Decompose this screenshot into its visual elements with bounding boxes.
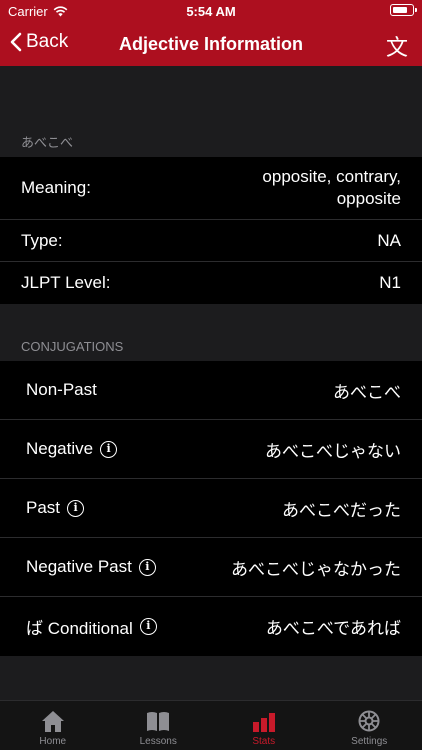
tab-label: Stats: [252, 736, 276, 747]
conjugation-value: あべこべであれば: [265, 619, 401, 638]
conjugation-row-non-past: Non-Past あべこべ: [0, 361, 422, 420]
status-time: 5:54 AM: [186, 4, 236, 19]
navigation-bar: Back Adjective Information 文: [0, 22, 422, 66]
conjugation-value: あべこべじゃない: [265, 441, 401, 461]
status-bar: Carrier 5:54 AM: [0, 0, 422, 22]
meaning-row: Meaning: opposite, contrary, opposite: [0, 157, 422, 220]
conjugation-label: Past: [26, 498, 61, 517]
tab-label: Settings: [351, 736, 388, 747]
conjugation-row-negative-past: Negative Past i あべこべじゃなかった: [0, 538, 422, 597]
conjugation-label-wrap: Non-Past: [26, 380, 97, 400]
conjugation-row-ba-conditional: ば Conditional i あべこべであれば: [0, 597, 422, 656]
type-row: Type: NA: [0, 220, 422, 262]
tab-stats[interactable]: Stats: [211, 701, 317, 750]
jlpt-label: JLPT Level:: [21, 273, 111, 292]
tab-label: Home: [39, 736, 67, 747]
type-value: NA: [377, 230, 401, 250]
conjugation-label: ば Conditional: [26, 619, 133, 638]
conjugation-value: あべこべじゃなかった: [231, 559, 401, 579]
info-icon[interactable]: i: [100, 440, 118, 458]
battery-icon: [390, 4, 417, 16]
jlpt-row: JLPT Level: N1: [0, 262, 422, 304]
conjugation-label-wrap: ば Conditional i: [26, 614, 157, 639]
tab-label: Lessons: [139, 736, 177, 747]
tab-bar: Home Lessons Stats Settings: [0, 700, 422, 750]
page-title: Adjective Information: [118, 34, 304, 54]
conjugation-label: Negative Past: [26, 557, 132, 576]
tab-home[interactable]: Home: [0, 701, 106, 750]
tab-lessons[interactable]: Lessons: [106, 701, 212, 750]
info-icon[interactable]: i: [67, 499, 85, 517]
jlpt-value: N1: [379, 273, 401, 292]
book-icon: [147, 712, 170, 731]
conjugation-row-past: Past i あべこべだった: [0, 479, 422, 538]
conjugation-row-negative: Negative i あべこべじゃない: [0, 420, 422, 479]
info-icon[interactable]: i: [138, 558, 156, 576]
top-bar: Carrier 5:54 AM Back Adjective Informati…: [0, 0, 422, 66]
conjugation-value: あべこべ: [333, 382, 401, 402]
spacer: [0, 304, 422, 333]
spacer: [0, 66, 422, 129]
conjugations-group: Non-Past あべこべ Negative i あべこべじゃない Past i…: [0, 361, 422, 656]
home-icon: [41, 711, 64, 732]
conjugation-label: Negative: [26, 439, 94, 458]
kanji-toggle-button[interactable]: 文: [386, 30, 408, 62]
word-header: あべこべ: [21, 135, 74, 150]
conjugation-label-wrap: Negative i: [26, 439, 118, 459]
type-label: Type:: [21, 230, 63, 250]
conjugations-header: CONJUGATIONS: [21, 339, 124, 354]
meaning-value: opposite, contrary, opposite: [262, 167, 401, 208]
meaning-label: Meaning:: [21, 178, 91, 197]
info-icon[interactable]: i: [139, 618, 157, 635]
info-group: Meaning: opposite, contrary, opposite Ty…: [0, 157, 422, 304]
settings-icon: [358, 710, 380, 732]
conjugation-label-wrap: Past i: [26, 498, 85, 518]
conjugation-label: Non-Past: [26, 380, 97, 399]
conjugation-value: あべこべだった: [282, 500, 401, 520]
stats-icon: [252, 713, 275, 732]
tab-settings[interactable]: Settings: [317, 701, 422, 750]
conjugation-label-wrap: Negative Past i: [26, 557, 156, 577]
